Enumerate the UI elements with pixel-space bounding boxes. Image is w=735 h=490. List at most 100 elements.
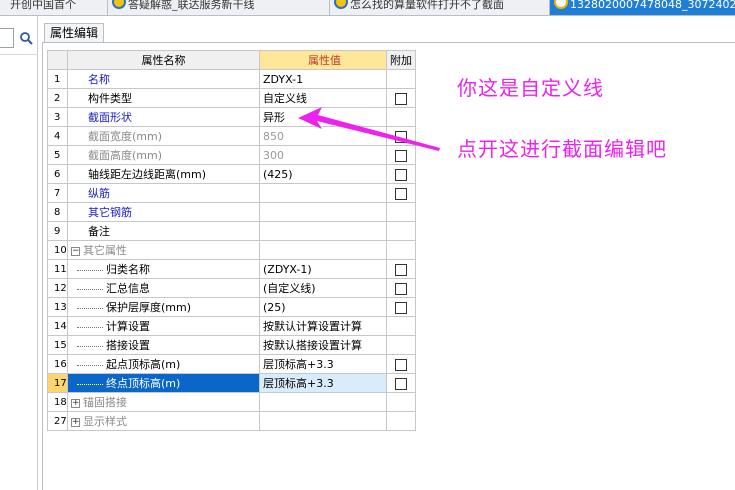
property-name-cell[interactable]: 名称 [67,69,260,89]
browser-tab-label: 答疑解惑_联达服务新干线 [128,0,255,11]
property-group-cell[interactable]: − 其它属性 [67,240,260,260]
table-row[interactable]: 18 + 锚固搭接 [47,392,416,412]
property-name-cell[interactable]: 截面高度(mm) [67,145,260,165]
extra-cell [386,297,416,317]
header-property-name[interactable]: 属性名称 [67,50,260,70]
property-name-cell[interactable]: 纵筋 [67,183,260,203]
table-row[interactable]: 3 截面形状 异形 [47,107,416,127]
search-button[interactable] [16,28,36,48]
search-input[interactable] [0,28,14,48]
table-row[interactable]: 12 汇总信息 (自定义线) [47,278,416,298]
property-name-cell[interactable]: 计算设置 [67,316,260,336]
table-row[interactable]: 10 − 其它属性 [47,240,416,260]
table-row[interactable]: 16 起点顶标高(m) 层顶标高+3.3 [47,354,416,374]
browser-tab-4-active[interactable]: 1328020007478048_30724020 [550,0,735,15]
property-name-cell[interactable]: 终点顶标高(m) [67,373,260,393]
extra-cell [386,278,416,298]
property-value-cell[interactable]: 层顶标高+3.3 [259,354,387,374]
property-value-cell[interactable]: ZDYX-1 [259,69,387,89]
row-number: 6 [47,164,68,184]
property-value-cell[interactable]: (自定义线) [259,278,387,298]
row-number: 14 [47,316,68,336]
property-name: 其它属性 [83,244,127,257]
property-value-cell[interactable]: (ZDYX-1) [259,259,387,279]
extra-checkbox[interactable] [395,130,407,143]
tree-line [77,345,103,347]
extra-cell [386,107,416,127]
property-name-cell[interactable]: 备注 [67,221,260,241]
site-favicon-icon [554,0,568,9]
extra-checkbox[interactable] [395,377,407,390]
table-row[interactable]: 7 纵筋 [47,183,416,203]
extra-checkbox[interactable] [395,187,407,200]
property-value-cell[interactable]: 按默认搭接设置计算 [259,335,387,355]
property-name-cell[interactable]: 归类名称 [67,259,260,279]
property-value-cell[interactable] [259,221,387,241]
extra-checkbox[interactable] [395,358,407,371]
table-row[interactable]: 8 其它钢筋 [47,202,416,222]
extra-checkbox[interactable] [395,263,407,276]
property-name: 保护层厚度(mm) [106,301,192,314]
property-value-cell[interactable]: (425) [259,164,387,184]
table-row[interactable]: 27 + 显示样式 [47,411,416,431]
section-shape-value-cell[interactable]: 异形 [259,107,387,127]
tree-line [77,383,103,385]
extra-cell [386,202,416,222]
table-row[interactable]: 9 备注 [47,221,416,241]
collapse-icon[interactable]: − [71,246,80,256]
extra-checkbox[interactable] [395,149,407,162]
property-value-cell[interactable]: 850 [259,126,387,146]
property-value-cell[interactable] [259,183,387,203]
table-row[interactable]: 6 轴线距左边线距离(mm) (425) [47,164,416,184]
property-name-cell[interactable]: 构件类型 [67,88,260,108]
table-row-selected[interactable]: 17 终点顶标高(m) 层顶标高+3.3 [47,373,416,393]
expand-icon[interactable]: + [71,398,80,408]
table-row[interactable]: 4 截面宽度(mm) 850 [47,126,416,146]
table-row[interactable]: 11 归类名称 (ZDYX-1) [47,259,416,279]
property-name: 名称 [88,73,110,86]
table-row[interactable]: 2 构件类型 自定义线 [47,88,416,108]
table-row[interactable]: 5 截面高度(mm) 300 [47,145,416,165]
header-extra[interactable]: 附加 [386,50,416,70]
property-value-cell[interactable]: (25) [259,297,387,317]
extra-checkbox[interactable] [395,282,407,295]
property-value-cell[interactable]: 按默认计算设置计算 [259,316,387,336]
table-row[interactable]: 1 名称 ZDYX-1 [47,69,416,89]
extra-cell [386,392,416,412]
tree-line [77,269,103,271]
expand-icon[interactable]: + [71,417,80,427]
property-name-cell[interactable]: 其它钢筋 [67,202,260,222]
browser-tab-3[interactable]: 怎么找的算量软件打开不了截面 [330,0,550,15]
property-name-cell[interactable]: 起点顶标高(m) [67,354,260,374]
property-value-cell[interactable]: 层顶标高+3.3 [259,373,387,393]
property-name-cell[interactable]: 截面宽度(mm) [67,126,260,146]
table-row[interactable]: 14 计算设置 按默认计算设置计算 [47,316,416,336]
property-name-cell[interactable]: 搭接设置 [67,335,260,355]
extra-checkbox[interactable] [395,92,407,105]
tree-line [77,364,103,366]
header-property-value[interactable]: 属性值 [259,50,387,70]
table-row[interactable]: 13 保护层厚度(mm) (25) [47,297,416,317]
property-name-cell[interactable]: 汇总信息 [67,278,260,298]
browser-tab-2[interactable]: 答疑解惑_联达服务新干线 [108,0,330,15]
extra-checkbox[interactable] [395,301,407,314]
browser-tab-1[interactable]: 开创中国首个 [0,0,108,15]
row-number: 12 [47,278,68,298]
property-value-cell[interactable] [259,202,387,222]
search-icon [20,32,33,45]
divider [0,54,38,55]
row-number: 16 [47,354,68,374]
tab-property-edit[interactable]: 属性编辑 [44,23,105,42]
property-name-cell[interactable]: 截面形状 [67,107,260,127]
table-row[interactable]: 15 搭接设置 按默认搭接设置计算 [47,335,416,355]
property-name-cell[interactable]: 保护层厚度(mm) [67,297,260,317]
property-value-cell[interactable]: 300 [259,145,387,165]
site-favicon-icon [334,0,348,9]
extra-checkbox[interactable] [395,168,407,181]
property-group-cell[interactable]: + 显示样式 [67,411,260,431]
property-name-cell[interactable]: 轴线距左边线距离(mm) [67,164,260,184]
property-value-cell [259,240,387,260]
property-group-cell[interactable]: + 锚固搭接 [67,392,260,412]
property-name: 搭接设置 [106,339,150,352]
property-value-cell[interactable]: 自定义线 [259,88,387,108]
